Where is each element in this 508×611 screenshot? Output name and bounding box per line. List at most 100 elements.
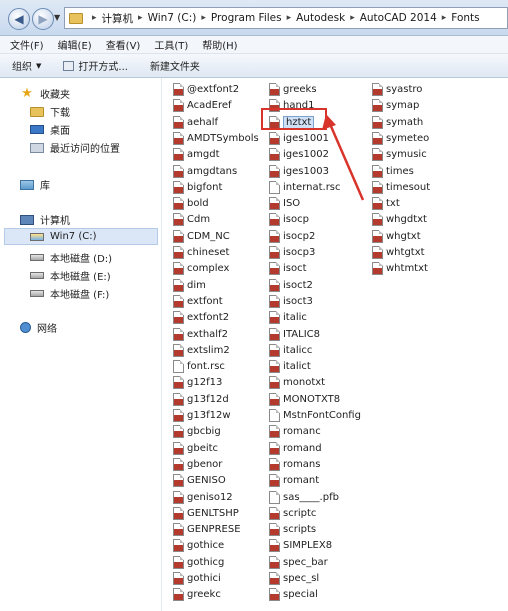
- file-item[interactable]: g13f12w: [173, 408, 231, 423]
- file-item[interactable]: GENLTSHP: [173, 506, 239, 521]
- file-item[interactable]: times: [372, 164, 414, 179]
- file-item[interactable]: gbcbig: [173, 424, 221, 439]
- nav-libraries[interactable]: 库: [20, 177, 50, 192]
- file-item[interactable]: aehalf: [173, 115, 218, 130]
- new-folder-button[interactable]: 新建文件夹: [150, 58, 200, 73]
- nav-drive-e[interactable]: 本地磁盘 (E:): [30, 268, 111, 283]
- forward-button[interactable]: ▶: [32, 8, 54, 30]
- breadcrumb-item[interactable]: AutoCAD 2014: [360, 12, 437, 24]
- file-item[interactable]: g12f13: [173, 375, 222, 390]
- file-item[interactable]: scripts: [269, 522, 316, 537]
- breadcrumb-separator-icon[interactable]: ▸: [442, 13, 447, 23]
- file-item[interactable]: internat.rsc: [269, 180, 341, 195]
- file-item[interactable]: whtmtxt: [372, 261, 428, 276]
- back-button[interactable]: ◀: [8, 8, 30, 30]
- file-item[interactable]: romanc: [269, 424, 321, 439]
- file-item[interactable]: spec_bar: [269, 555, 328, 570]
- file-item[interactable]: gbeitc: [173, 441, 218, 456]
- file-item[interactable]: g13f12d: [173, 392, 229, 407]
- file-item[interactable]: symusic: [372, 147, 427, 162]
- breadcrumb-separator-icon[interactable]: ▸: [350, 13, 355, 23]
- file-item[interactable]: italicc: [269, 343, 312, 358]
- file-item[interactable]: symeteo: [372, 131, 429, 146]
- file-item[interactable]: iges1001: [269, 131, 329, 146]
- breadcrumb-item[interactable]: Win7 (C:): [148, 12, 197, 24]
- file-item[interactable]: CDM_NC: [173, 229, 230, 244]
- file-item[interactable]: whgdtxt: [372, 212, 427, 227]
- file-item[interactable]: isocp2: [269, 229, 315, 244]
- file-item[interactable]: amgdtans: [173, 164, 237, 179]
- file-item[interactable]: ITALIC8: [269, 327, 320, 342]
- file-item[interactable]: MstnFontConfig: [269, 408, 361, 423]
- file-item[interactable]: isocp: [269, 212, 309, 227]
- file-item[interactable]: greekc: [173, 587, 221, 602]
- file-item[interactable]: syastro: [372, 82, 422, 97]
- menu-item[interactable]: 编辑(E): [58, 37, 92, 52]
- file-item[interactable]: exthalf2: [173, 327, 228, 342]
- file-item[interactable]: extslim2: [173, 343, 230, 358]
- file-item[interactable]: timesout: [372, 180, 430, 195]
- file-item[interactable]: monotxt: [269, 375, 325, 390]
- file-item[interactable]: gothicg: [173, 555, 224, 570]
- file-item[interactable]: SIMPLEX8: [269, 538, 332, 553]
- nav-drive-c[interactable]: Win7 (C:): [4, 228, 158, 245]
- breadcrumb-separator-icon[interactable]: ▸: [138, 13, 143, 23]
- menu-item[interactable]: 工具(T): [154, 37, 188, 52]
- menu-item[interactable]: 查看(V): [106, 37, 141, 52]
- menu-item[interactable]: 文件(F): [10, 37, 44, 52]
- file-item[interactable]: AcadEref: [173, 98, 232, 113]
- breadcrumb-separator-icon[interactable]: ▸: [201, 13, 206, 23]
- file-item[interactable]: txt: [372, 196, 400, 211]
- menu-item[interactable]: 帮助(H): [202, 37, 237, 52]
- address-path[interactable]: ▸ 计算机 ▸ Win7 (C:) ▸ Program Files ▸ Autodesk ▸ Au…: [64, 7, 508, 29]
- file-item[interactable]: extfont: [173, 294, 223, 309]
- nav-drive-d[interactable]: 本地磁盘 (D:): [30, 250, 112, 265]
- file-item[interactable]: Cdm: [173, 212, 210, 227]
- file-item[interactable]: ISO: [269, 196, 300, 211]
- file-item[interactable]: gbenor: [173, 457, 222, 472]
- file-item[interactable]: isoct3: [269, 294, 313, 309]
- file-item[interactable]: sas____.pfb: [269, 490, 339, 505]
- file-item[interactable]: gothice: [173, 538, 224, 553]
- file-item[interactable]: geniso12: [173, 490, 233, 505]
- file-item[interactable]: GENISO: [173, 473, 226, 488]
- nav-network[interactable]: 网络: [20, 320, 57, 335]
- file-item[interactable]: isoct: [269, 261, 307, 276]
- file-item[interactable]: whgtxt: [372, 229, 421, 244]
- file-item[interactable]: complex: [173, 261, 229, 276]
- file-item[interactable]: greeks: [269, 82, 317, 97]
- file-item[interactable]: scriptc: [269, 506, 316, 521]
- file-item[interactable]: chineset: [173, 245, 229, 260]
- breadcrumb-separator-icon[interactable]: ▸: [287, 13, 292, 23]
- file-item[interactable]: iges1003: [269, 164, 329, 179]
- nav-desktop[interactable]: 桌面: [30, 122, 70, 137]
- nav-recent[interactable]: 最近访问的位置: [30, 140, 120, 155]
- file-item[interactable]: extfont2: [173, 310, 229, 325]
- file-item[interactable]: special: [269, 587, 318, 602]
- file-item[interactable]: GENPRESE: [173, 522, 241, 537]
- breadcrumb-item[interactable]: Autodesk: [296, 12, 345, 24]
- file-item[interactable]: isocp3: [269, 245, 315, 260]
- file-item[interactable]: romand: [269, 441, 322, 456]
- breadcrumb-separator-icon[interactable]: ▸: [92, 13, 97, 23]
- file-item[interactable]: spec_sl: [269, 571, 319, 586]
- file-item[interactable]: MONOTXT8: [269, 392, 340, 407]
- nav-computer[interactable]: 计算机: [20, 212, 70, 227]
- file-item[interactable]: dim: [173, 278, 206, 293]
- file-item[interactable]: italic: [269, 310, 307, 325]
- organize-button[interactable]: 组织 ▼: [12, 58, 41, 74]
- file-item[interactable]: bold: [173, 196, 209, 211]
- file-item[interactable]: romans: [269, 457, 320, 472]
- nav-drive-f[interactable]: 本地磁盘 (F:): [30, 286, 109, 301]
- file-item[interactable]: AMDTSymbols: [173, 131, 259, 146]
- file-item[interactable]: iges1002: [269, 147, 329, 162]
- file-item[interactable]: romant: [269, 473, 319, 488]
- file-item[interactable]: symath: [372, 115, 423, 130]
- file-item[interactable]: amgdt: [173, 147, 220, 162]
- file-item[interactable]: @extfont2: [173, 82, 239, 97]
- nav-downloads[interactable]: 下载: [30, 104, 70, 119]
- file-item[interactable]: symap: [372, 98, 419, 113]
- file-item[interactable]: font.rsc: [173, 359, 225, 374]
- file-item[interactable]: whtgtxt: [372, 245, 425, 260]
- file-item[interactable]: italict: [269, 359, 311, 374]
